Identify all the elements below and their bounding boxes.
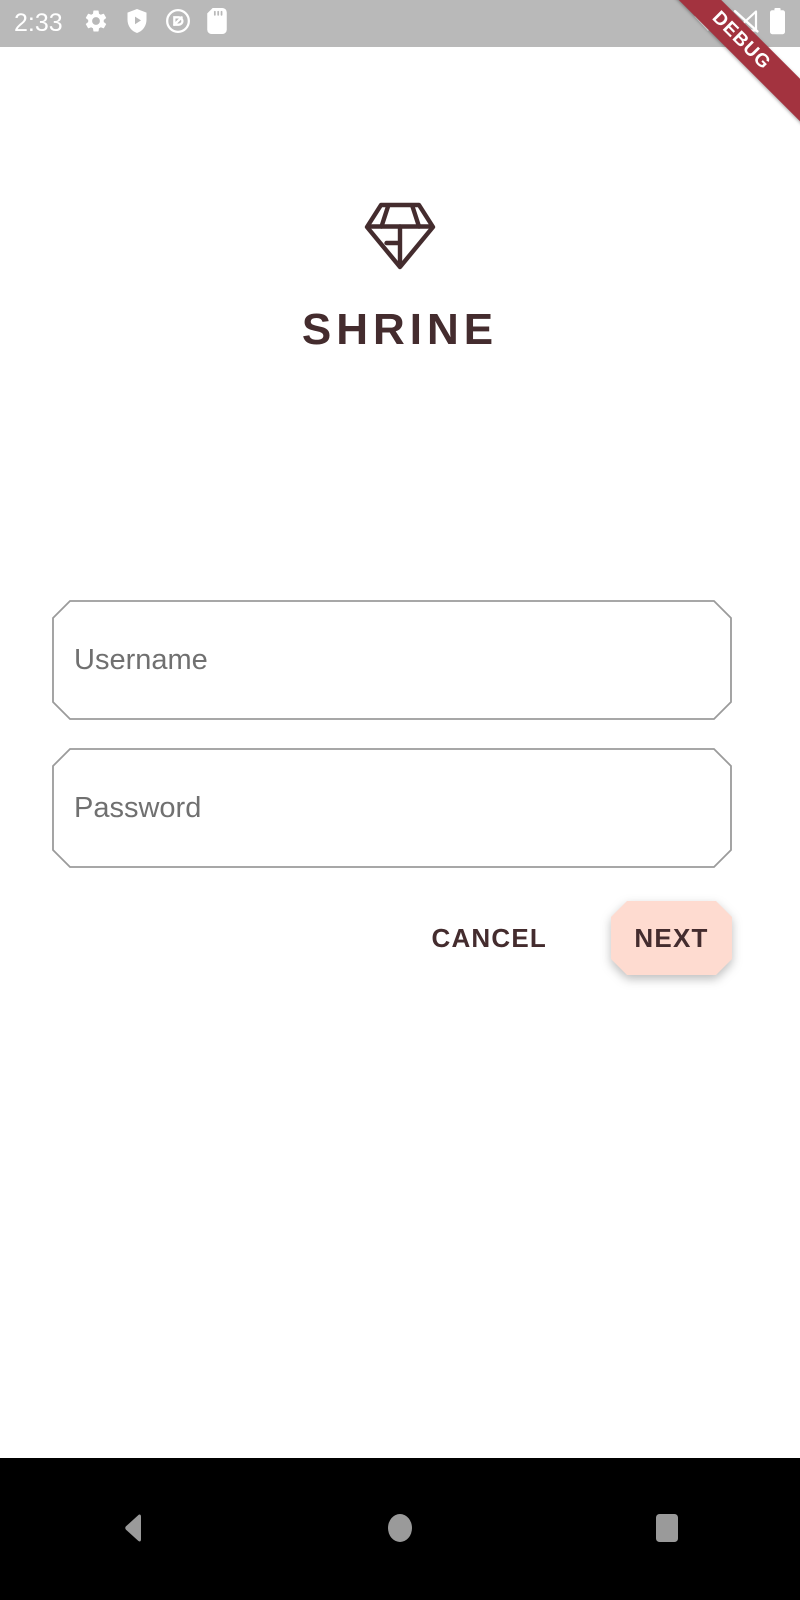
username-field-outline — [52, 600, 732, 720]
next-button[interactable]: NEXT — [611, 901, 732, 975]
recents-square-icon — [650, 1511, 684, 1548]
play-protect-shield-icon — [125, 8, 149, 39]
status-bar-clock: 2:33 — [14, 9, 63, 37]
next-button-label: NEXT — [634, 922, 709, 953]
settings-gear-icon — [83, 8, 109, 39]
do-not-disturb-icon — [165, 8, 191, 39]
login-form: Username Password — [52, 600, 732, 896]
page-title: SHRINE — [301, 305, 499, 354]
phone-screen: 2:33 DEBUG SHRINE Username Password CANC… — [0, 0, 800, 1600]
shrine-diamond-logo — [364, 197, 436, 280]
nav-recents-button[interactable] — [607, 1469, 727, 1589]
cancel-button[interactable]: CANCEL — [405, 905, 573, 972]
nav-home-button[interactable] — [340, 1469, 460, 1589]
login-page: SHRINE Username Password CANCEL NEXT — [0, 47, 800, 1458]
home-circle-icon — [383, 1511, 417, 1548]
battery-icon — [769, 7, 786, 40]
password-input[interactable]: Password — [52, 748, 732, 868]
android-nav-bar — [0, 1458, 800, 1600]
password-field-outline — [52, 748, 732, 868]
brand-block: SHRINE — [0, 197, 800, 352]
nav-back-button[interactable] — [73, 1469, 193, 1589]
username-input[interactable]: Username — [52, 600, 732, 720]
sd-card-icon — [206, 8, 227, 39]
back-triangle-icon — [116, 1511, 150, 1548]
status-bar: 2:33 — [0, 0, 800, 47]
form-actions: CANCEL NEXT — [52, 892, 732, 984]
